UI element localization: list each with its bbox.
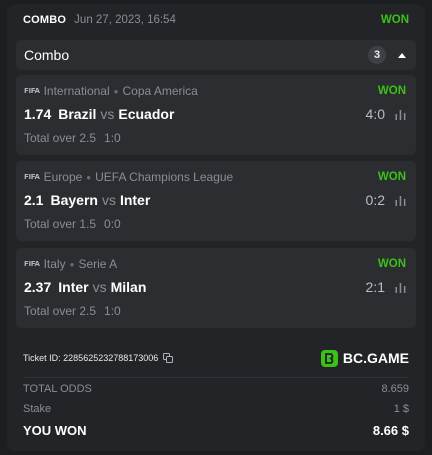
- market-result: 0:0: [104, 217, 121, 231]
- home-team: Brazil: [58, 106, 97, 122]
- combo-title: Combo: [24, 47, 70, 63]
- winnings-row: YOU WON 8.66 $: [23, 421, 409, 439]
- match-league-row: FIFA Italy ● Serie A WON: [24, 256, 406, 272]
- bet-type-tag: COMBO: [23, 14, 67, 26]
- match-status-badge: WON: [377, 171, 406, 183]
- match-score: 0:2: [365, 192, 385, 208]
- selection-count-badge: 3: [368, 46, 386, 64]
- away-team: Inter: [119, 192, 151, 208]
- match-teams-row: 1.74 Brazil vs Ecuador 4:0: [24, 105, 406, 123]
- match-card: FIFA Italy ● Serie A WON 2.37 Inter vs M…: [16, 248, 416, 328]
- match-status-badge: WON: [377, 85, 406, 97]
- total-odds-row: TOTAL ODDS 8.659: [23, 380, 409, 398]
- stats-icon[interactable]: [395, 195, 406, 206]
- stake-row: Stake 1 $: [23, 400, 409, 418]
- total-odds-value: 8.659: [381, 383, 409, 395]
- match-status-badge: WON: [377, 258, 406, 270]
- match-odds: 2.37: [24, 279, 52, 295]
- match-league-row: FIFA International ● Copa America WON: [24, 83, 406, 99]
- match-region: Europe: [43, 170, 83, 184]
- brand-name: BC.GAME: [342, 350, 409, 366]
- match-odds: 2.1: [24, 192, 44, 208]
- match-teams-row: 2.1 Bayern vs Inter 0:2: [24, 191, 406, 209]
- match-league: UEFA Champions League: [95, 170, 234, 184]
- match-score: 2:1: [365, 279, 385, 295]
- winnings-value: 8.66 $: [372, 422, 409, 438]
- separator-dot-icon: ●: [113, 86, 119, 96]
- bet-status-badge: WON: [380, 14, 409, 26]
- match-market-row: Total over 1.5 0:0: [24, 216, 121, 232]
- fifa-logo-icon: FIFA: [24, 260, 40, 268]
- stats-icon[interactable]: [395, 282, 406, 293]
- match-region: Italy: [43, 257, 66, 271]
- winnings-label: YOU WON: [23, 422, 87, 438]
- divider: [23, 377, 409, 378]
- match-score: 4:0: [365, 106, 385, 122]
- market-name: Total over 2.5: [24, 304, 97, 318]
- market-result: 1:0: [104, 131, 121, 145]
- combo-toggle[interactable]: Combo 3: [16, 40, 416, 70]
- bet-date: Jun 27, 2023, 16:54: [74, 14, 176, 26]
- match-card: FIFA Europe ● UEFA Champions League WON …: [16, 161, 416, 241]
- separator-dot-icon: ●: [69, 259, 75, 269]
- fifa-logo-icon: FIFA: [24, 173, 40, 181]
- ticket-id: Ticket ID: 2285625232788173006: [23, 353, 159, 363]
- market-name: Total over 2.5: [24, 131, 97, 145]
- match-market-row: Total over 2.5 1:0: [24, 130, 121, 146]
- fifa-logo-icon: FIFA: [24, 87, 40, 95]
- market-result: 1:0: [104, 304, 121, 318]
- vs-label: vs: [101, 192, 116, 208]
- vs-label: vs: [92, 279, 107, 295]
- ticket-row: Ticket ID: 2285625232788173006 BC.GAME: [23, 347, 409, 369]
- home-team: Bayern: [50, 192, 98, 208]
- away-team: Milan: [110, 279, 147, 295]
- copy-icon[interactable]: [163, 353, 174, 363]
- chevron-up-icon[interactable]: [398, 52, 406, 58]
- away-team: Ecuador: [118, 106, 175, 122]
- vs-label: vs: [100, 106, 115, 122]
- bet-card: COMBO Jun 27, 2023, 16:54 WON Combo 3 FI…: [7, 4, 425, 451]
- separator-dot-icon: ●: [86, 172, 92, 182]
- match-league-row: FIFA Europe ● UEFA Champions League WON: [24, 169, 406, 185]
- match-odds: 1.74: [24, 106, 52, 122]
- bc-game-logo-icon: [320, 349, 338, 367]
- match-league: Serie A: [78, 257, 118, 271]
- home-team: Inter: [58, 279, 89, 295]
- brand: BC.GAME: [320, 349, 409, 367]
- stake-label: Stake: [23, 403, 52, 415]
- stake-value: 1 $: [393, 403, 409, 415]
- match-market-row: Total over 2.5 1:0: [24, 303, 121, 319]
- market-name: Total over 1.5: [24, 217, 97, 231]
- match-region: International: [43, 84, 110, 98]
- stats-icon[interactable]: [395, 109, 406, 120]
- total-odds-label: TOTAL ODDS: [23, 383, 92, 395]
- match-teams-row: 2.37 Inter vs Milan 2:1: [24, 278, 406, 296]
- match-card: FIFA International ● Copa America WON 1.…: [16, 75, 416, 155]
- bet-header: COMBO Jun 27, 2023, 16:54 WON: [7, 4, 425, 36]
- match-league: Copa America: [122, 84, 198, 98]
